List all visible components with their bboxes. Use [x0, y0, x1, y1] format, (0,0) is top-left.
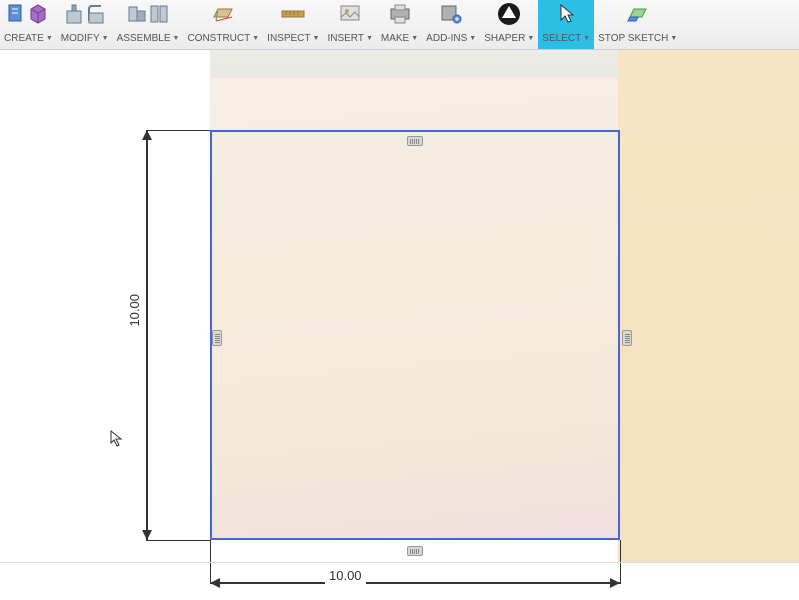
sketch-rectangle[interactable] — [210, 130, 620, 540]
chevron-down-icon: ▼ — [46, 35, 53, 42]
horizontal-dimension-value[interactable]: 10.00 — [325, 567, 366, 584]
face-shading-top — [210, 50, 620, 78]
create-label: CREATE — [4, 33, 44, 44]
assemble-menu[interactable]: ASSEMBLE▼ — [113, 0, 184, 49]
chevron-down-icon: ▼ — [583, 35, 590, 42]
assemble-label: ASSEMBLE — [117, 33, 171, 44]
shaper-icon — [496, 2, 522, 26]
chevron-down-icon: ▼ — [313, 35, 320, 42]
print-icon — [388, 3, 412, 25]
addins-menu[interactable]: ADD-INS▼ — [422, 0, 480, 49]
insert-label: INSERT — [327, 33, 364, 44]
measure-icon — [280, 3, 306, 25]
fillet-icon — [86, 3, 106, 25]
create-menu[interactable]: CREATE▼ — [0, 0, 57, 49]
insert-menu[interactable]: INSERT▼ — [323, 0, 376, 49]
joint-icon — [127, 3, 147, 25]
midpoint-marker-bottom[interactable] — [407, 546, 423, 556]
modify-menu[interactable]: MODIFY▼ — [57, 0, 113, 49]
sketch-icon — [7, 3, 25, 25]
chevron-down-icon: ▼ — [411, 35, 418, 42]
mouse-cursor — [110, 430, 124, 451]
vertical-dimension-line[interactable] — [146, 130, 148, 540]
decal-icon — [338, 3, 362, 25]
chevron-down-icon: ▼ — [670, 35, 677, 42]
select-menu[interactable]: SELECT▼ — [538, 0, 594, 49]
midpoint-marker-right[interactable] — [622, 330, 632, 346]
midpoint-marker-top[interactable] — [407, 136, 423, 146]
chevron-down-icon: ▼ — [527, 35, 534, 42]
adjacent-face — [618, 50, 799, 562]
chevron-down-icon: ▼ — [252, 35, 259, 42]
addin-icon — [439, 3, 463, 25]
construct-menu[interactable]: CONSTRUCT▼ — [183, 0, 263, 49]
grid-box-icon — [27, 3, 49, 25]
modify-label: MODIFY — [61, 33, 100, 44]
vertical-dimension-value[interactable]: 10.00 — [125, 292, 144, 329]
make-menu[interactable]: MAKE▼ — [377, 0, 422, 49]
vertical-extension-bottom — [146, 540, 210, 541]
canvas-bottom-border — [0, 562, 799, 563]
select-icon — [555, 2, 577, 26]
stop-sketch-icon — [626, 3, 650, 25]
horizontal-dimension-line[interactable] — [210, 582, 620, 584]
chevron-down-icon: ▼ — [102, 35, 109, 42]
toolbar: CREATE▼ MODIFY▼ ASSEMBLE▼ CONSTRUCT▼ INS… — [0, 0, 799, 50]
align-icon — [149, 3, 169, 25]
plane-icon — [210, 3, 236, 25]
stop-sketch-label: STOP SKETCH — [598, 33, 668, 44]
chevron-down-icon: ▼ — [366, 35, 373, 42]
chevron-down-icon: ▼ — [469, 35, 476, 42]
construct-label: CONSTRUCT — [187, 33, 250, 44]
shaper-label: SHAPER — [484, 33, 525, 44]
chevron-down-icon: ▼ — [173, 35, 180, 42]
inspect-menu[interactable]: INSPECT▼ — [263, 0, 323, 49]
addins-label: ADD-INS — [426, 33, 467, 44]
midpoint-marker-left[interactable] — [212, 330, 222, 346]
make-label: MAKE — [381, 33, 409, 44]
shaper-menu[interactable]: SHAPER▼ — [480, 0, 538, 49]
inspect-label: INSPECT — [267, 33, 310, 44]
push-pull-icon — [64, 3, 84, 25]
vertical-extension-top — [146, 130, 210, 131]
select-label: SELECT — [542, 33, 581, 44]
stop-sketch-menu[interactable]: STOP SKETCH▼ — [594, 0, 681, 49]
